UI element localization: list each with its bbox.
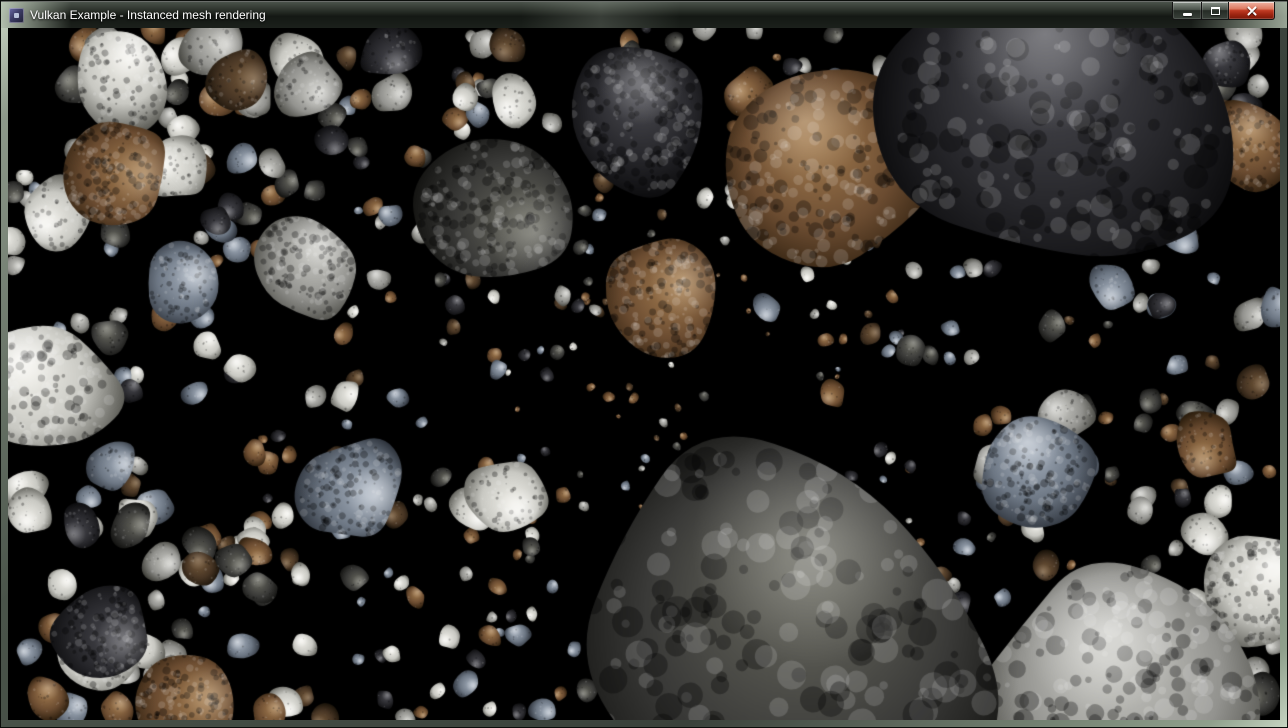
application-window: Vulkan Example - Instanced mesh renderin… [0, 0, 1288, 728]
vulkan-app-icon [9, 8, 24, 23]
close-icon [1246, 5, 1257, 16]
close-button[interactable] [1229, 2, 1275, 20]
window-title: Vulkan Example - Instanced mesh renderin… [30, 2, 266, 29]
render-viewport[interactable] [8, 28, 1280, 720]
viewport-canvas[interactable] [8, 28, 1280, 720]
maximize-button[interactable] [1201, 2, 1229, 20]
maximize-icon [1211, 7, 1220, 15]
minimize-button[interactable] [1172, 2, 1201, 20]
minimize-icon [1183, 13, 1192, 16]
titlebar[interactable]: Vulkan Example - Instanced mesh renderin… [1, 1, 1287, 28]
titlebar-left-group: Vulkan Example - Instanced mesh renderin… [9, 2, 266, 29]
window-controls [1172, 2, 1275, 20]
